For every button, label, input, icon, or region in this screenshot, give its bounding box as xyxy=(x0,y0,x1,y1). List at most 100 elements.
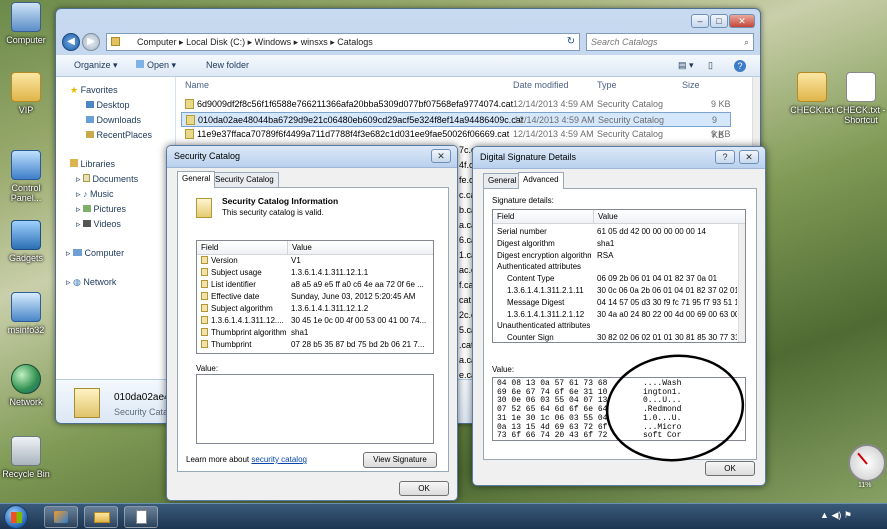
file-row[interactable]: 6d9009df2f8c56f1f6588e766211366afa20bba5… xyxy=(181,97,731,112)
security-catalog-link[interactable]: security catalog xyxy=(251,455,307,464)
nav-favorites[interactable]: ★ Favorites xyxy=(70,85,118,96)
field-value-cell: 1.3.6.1.4.1.311.12.1.1 xyxy=(291,268,369,277)
nav-recentplaces[interactable]: RecentPlaces xyxy=(86,130,152,140)
nav-network[interactable]: ▹ ◍ Network xyxy=(66,277,116,288)
catalog-file-icon xyxy=(186,115,195,125)
field-name-cell[interactable]: Thumbprint xyxy=(201,339,287,351)
nav-libraries[interactable]: Libraries xyxy=(70,159,115,169)
search-box[interactable]: Search Catalogs ⌕ xyxy=(586,33,754,51)
desktop-icon-vip[interactable]: VIP xyxy=(0,72,52,115)
view-signature-button[interactable]: View Signature xyxy=(363,452,437,468)
field-icon xyxy=(201,280,208,288)
field-name-cell[interactable]: Subject algorithm xyxy=(201,303,287,315)
field-name-cell[interactable]: Subject usage xyxy=(201,267,287,279)
nav-music[interactable]: ▹ ♪ Music xyxy=(76,189,114,200)
column-header-field[interactable]: Field xyxy=(197,241,287,255)
back-button[interactable]: ◀ xyxy=(62,33,80,51)
column-header-name[interactable]: Name xyxy=(185,80,209,90)
signature-field-cell[interactable]: Authenticated attributes xyxy=(497,261,591,273)
taskbar-windows-media-player[interactable] xyxy=(44,506,78,528)
column-header-value[interactable]: Value xyxy=(593,210,745,224)
view-options-icon[interactable]: ▤ ▾ xyxy=(678,60,694,71)
taskbar-explorer[interactable] xyxy=(84,506,118,528)
system-tray: ▲ ◀) ⚑ xyxy=(820,510,852,521)
close-button[interactable]: ✕ xyxy=(729,14,755,28)
desktop-icon-computer[interactable]: Computer xyxy=(0,2,52,45)
cpu-meter-gadget[interactable]: 11% xyxy=(848,444,886,492)
desktop-icon-msinfo32[interactable]: msinfo32 xyxy=(0,292,52,335)
address-bar[interactable]: Computer ▸ Local Disk (C:) ▸ Windows ▸ w… xyxy=(106,33,580,51)
signature-grid[interactable]: Field Value Serial number 61 05 dd 42 00 … xyxy=(492,209,746,343)
signature-field-cell[interactable]: Serial number xyxy=(497,226,591,238)
column-header-size[interactable]: Size xyxy=(682,80,700,90)
minimize-button[interactable]: – xyxy=(691,14,709,28)
documents-icon xyxy=(83,174,91,182)
help-button[interactable]: ? xyxy=(715,150,735,164)
field-name-cell[interactable]: 1.3.6.1.4.1.311.12.... xyxy=(201,315,287,327)
breadcrumb-windows[interactable]: Windows xyxy=(255,37,292,47)
hex-column: 04 08 13 0a 57 61 73 68 69 6e 67 74 6f 6… xyxy=(497,379,608,441)
refresh-button[interactable]: ↻ xyxy=(564,35,578,49)
forward-button[interactable]: ▶ xyxy=(82,33,100,51)
breadcrumb-computer[interactable]: Computer xyxy=(137,37,177,47)
tab-general[interactable]: General xyxy=(177,171,216,188)
open-button[interactable]: Open ▾ xyxy=(136,60,176,71)
file-row[interactable]: 11e9e37ffaca70789f6f4499a711d7788f4f3e68… xyxy=(181,127,731,142)
column-header-date[interactable]: Date modified xyxy=(513,80,569,90)
close-button[interactable]: ✕ xyxy=(431,149,451,163)
file-row[interactable]: cat xyxy=(459,293,471,308)
new-folder-button[interactable]: New folder xyxy=(206,60,249,70)
signature-field-cell[interactable]: Unauthenticated attributes xyxy=(497,320,591,332)
desktop-icon-gadgets[interactable]: Gadgets xyxy=(0,220,52,263)
column-header-value[interactable]: Value xyxy=(287,241,433,255)
column-header-field[interactable]: Field xyxy=(493,210,593,224)
field-name-cell[interactable]: Version xyxy=(201,255,287,267)
signature-field-cell[interactable]: Digest encryption algorithm xyxy=(497,250,591,262)
desktop-icon-recycle-bin[interactable]: Recycle Bin xyxy=(0,436,52,479)
signature-field-cell[interactable]: Message Digest xyxy=(507,297,591,309)
nav-computer[interactable]: ▹ Computer xyxy=(66,248,124,259)
network-tray-icon[interactable]: ▲ xyxy=(820,510,829,520)
field-grid[interactable]: Field Value Version V1 Subject usage 1.3.6.… xyxy=(196,240,434,354)
tab-security-catalog[interactable]: Security Catalog xyxy=(210,172,279,188)
signature-field-cell[interactable]: Counter Sign xyxy=(507,332,591,342)
flag-icon[interactable]: ⚑ xyxy=(844,510,852,520)
nav-documents[interactable]: ▹ Documents xyxy=(76,174,138,185)
signature-field-cell[interactable]: Content Type xyxy=(507,273,591,285)
speaker-icon[interactable]: ◀) xyxy=(831,510,841,520)
tab-advanced[interactable]: Advanced xyxy=(518,172,564,189)
field-name-cell[interactable]: Thumbprint algorithm xyxy=(201,327,287,339)
breadcrumb-catalogs[interactable]: Catalogs xyxy=(337,37,373,47)
desktop-icon-check-txt[interactable]: CHECK.txt xyxy=(786,72,838,115)
ok-button[interactable]: OK xyxy=(399,481,449,496)
tab-general[interactable]: General xyxy=(483,173,522,189)
file-row-selected[interactable]: 010da02ae48044ba6729d9e21c06480eb609cd29… xyxy=(181,112,731,140)
nav-videos[interactable]: ▹ Videos xyxy=(76,219,121,230)
signature-field-cell[interactable]: 1.3.6.1.4.1.311.2.1.11 xyxy=(507,285,591,297)
grid-scrollbar[interactable] xyxy=(738,224,745,342)
organize-button[interactable]: Organize ▾ xyxy=(74,60,118,71)
search-input[interactable]: Search Catalogs xyxy=(591,37,658,47)
nav-downloads[interactable]: Downloads xyxy=(86,115,141,125)
field-name-cell[interactable]: List identifier xyxy=(201,279,287,291)
breadcrumb-local-disk[interactable]: Local Disk (C:) xyxy=(186,37,245,47)
signature-field-cell[interactable]: Digest algorithm xyxy=(497,238,591,250)
maximize-button[interactable]: □ xyxy=(710,14,728,28)
nav-desktop[interactable]: Desktop xyxy=(86,100,130,110)
breadcrumb-winsxs[interactable]: winsxs xyxy=(301,37,328,47)
help-icon[interactable]: ? xyxy=(734,60,746,72)
start-button[interactable] xyxy=(4,505,28,529)
desktop-icon-check-shortcut[interactable]: CHECK.txt - Shortcut xyxy=(835,72,887,125)
column-header-type[interactable]: Type xyxy=(597,80,617,90)
close-button[interactable]: ✕ xyxy=(739,150,759,164)
gauge-readout: 11% xyxy=(858,482,872,489)
taskbar-document[interactable] xyxy=(124,506,158,528)
info-subtitle: This security catalog is valid. xyxy=(222,208,324,217)
desktop-icon-network[interactable]: Network xyxy=(0,364,52,407)
desktop-icon-control-panel[interactable]: Control Panel... xyxy=(0,150,52,203)
nav-pictures[interactable]: ▹ Pictures xyxy=(76,204,126,215)
signature-field-cell[interactable]: 1.3.6.1.4.1.311.2.1.12 xyxy=(507,309,591,321)
preview-pane-icon[interactable]: ▯ xyxy=(708,60,713,71)
field-name-cell[interactable]: Effective date xyxy=(201,291,287,303)
value-box[interactable] xyxy=(196,374,434,444)
